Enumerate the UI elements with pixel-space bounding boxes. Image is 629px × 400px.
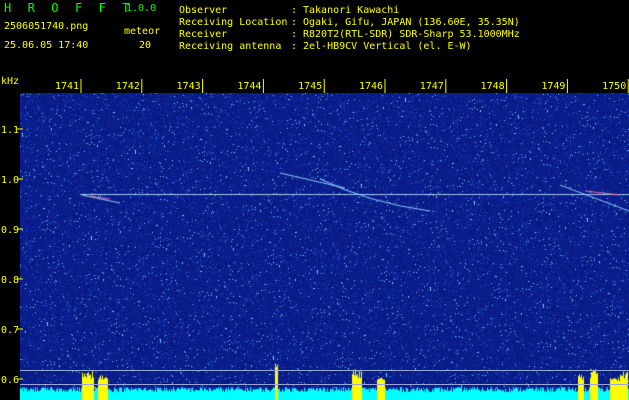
x-tick-label: 1742 [116,81,140,92]
x-tick-label: 1749 [541,81,565,92]
x-tick-label: 1746 [359,81,383,92]
x-tick-label: 1743 [177,81,201,92]
y-tick-label: 0.8 [1,275,19,286]
y-tick-label: 1.1 [1,125,19,136]
x-tick-group: 1741 1742 1743 1744 1745 1746 1747 1748 1749 1750 [55,79,629,93]
x-tick-label: 1747 [420,81,444,92]
y-tick-label: 0.9 [1,225,19,236]
y-tick-label: 0.7 [1,325,19,336]
y-tick-group: 1.1 1.0 0.9 0.8 0.7 0.6 [1,125,23,386]
x-tick-label: 1748 [481,81,505,92]
y-tick-label: 0.6 [1,375,19,386]
y-tick-label: 1.0 [1,175,19,186]
x-tick-label: 1744 [237,81,261,92]
x-tick-label: 1741 [55,81,79,92]
spectrogram-axes: kHz 1741 1742 1743 1744 1745 1746 1747 1748 1749… [1,76,629,386]
x-tick-label: 1750 [602,81,626,92]
x-tick-label: 1745 [298,81,322,92]
hrofft-window: H R O F F T 1.0.0 2506051740.png 25.06.0… [0,0,629,400]
y-axis-unit: kHz [1,76,19,87]
